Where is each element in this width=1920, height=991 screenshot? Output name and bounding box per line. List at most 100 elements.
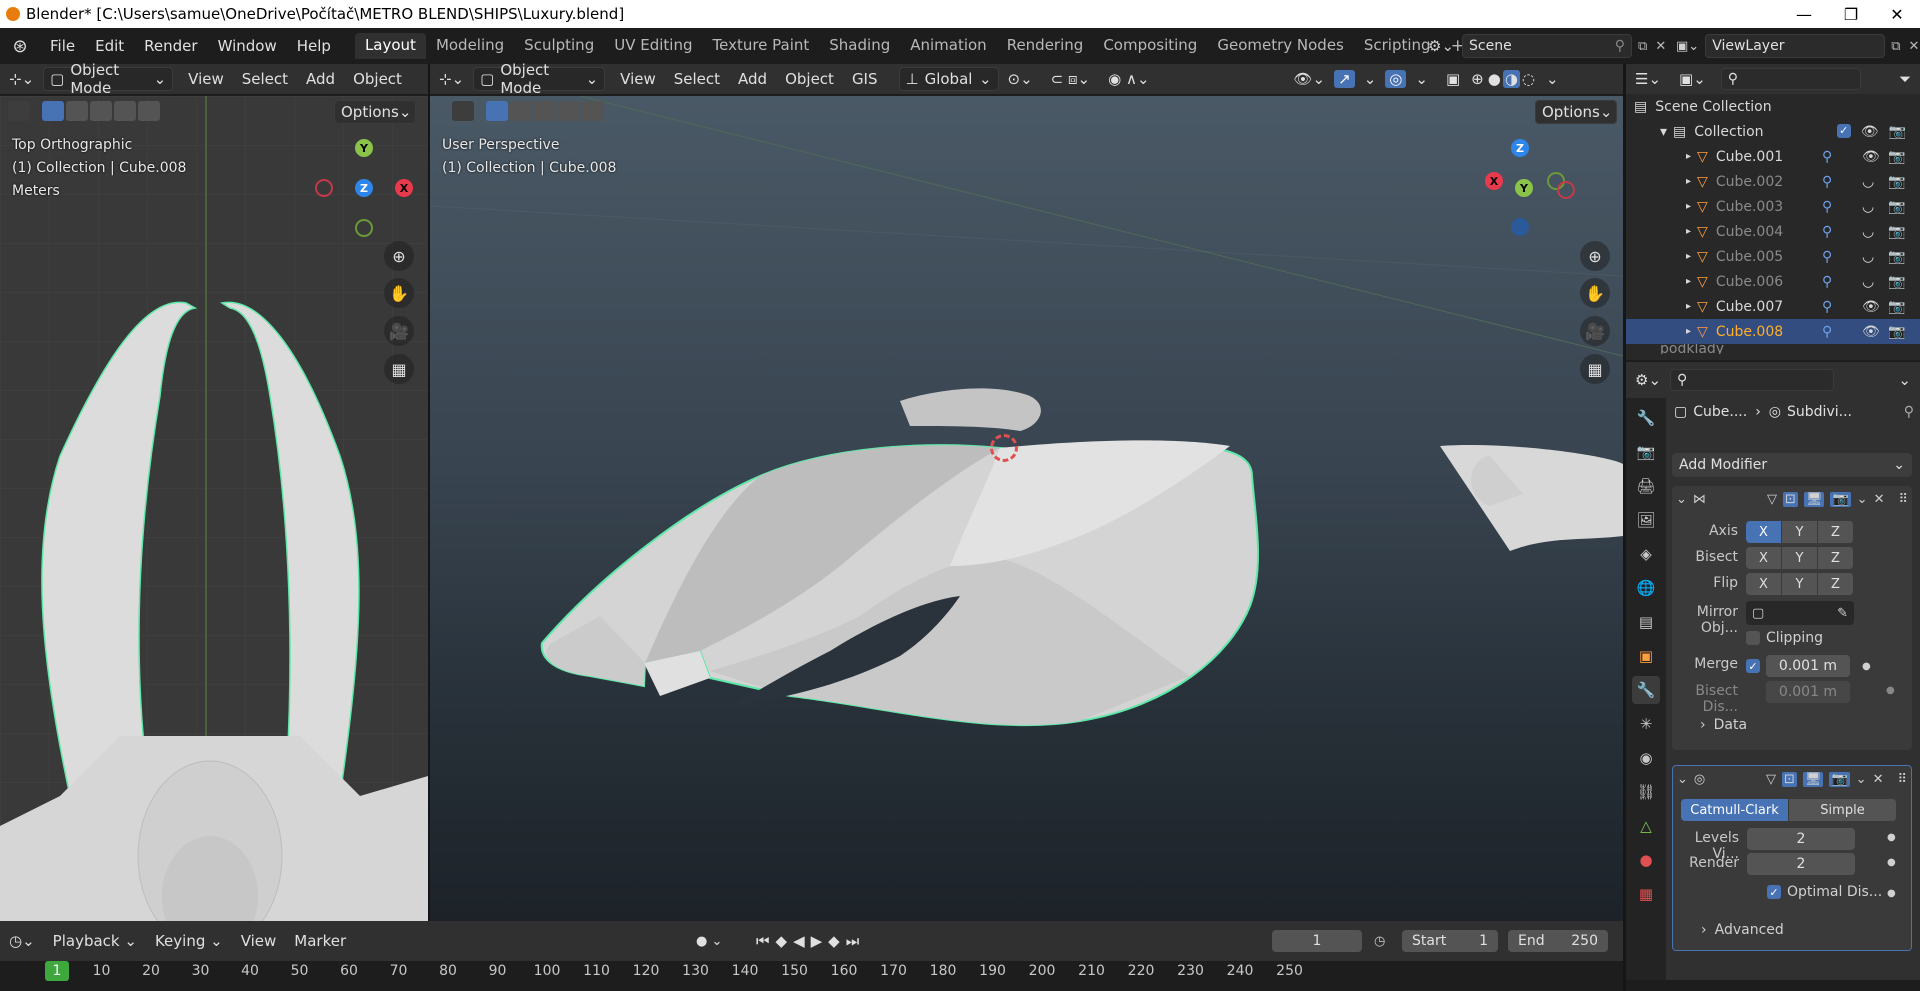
gizmo-neg-x-icon[interactable] [1557,181,1575,199]
outliner-object-row[interactable]: ▸ ▽ Cube.002 ⚲ ◡ 📷 [1626,169,1920,194]
cage-toggle-icon[interactable]: ⊡ [1782,771,1797,787]
remove-modifier-icon[interactable]: ✕ [1873,772,1884,787]
advanced-subpanel[interactable]: › Advanced [1701,922,1784,938]
main-menu-gis[interactable]: GIS [843,70,887,88]
close-window-button[interactable]: ✕ [1874,0,1920,28]
collapse-chevron-icon[interactable]: ⌄ [1676,492,1687,507]
modifier-wrench-icon[interactable]: ⚲ [1822,149,1832,165]
record-icon[interactable]: ● ⌄ [696,934,722,949]
viewlayer-field[interactable]: ViewLayer [1705,34,1886,58]
collapse-chevron-icon[interactable]: ⌄ [1677,772,1688,787]
drag-handle-icon[interactable]: ⠿ [1898,492,1908,507]
bisect-distance-field[interactable]: 0.001 m [1766,681,1850,703]
axis-z-toggle[interactable]: Z [1818,521,1854,543]
keyframe-dot-icon[interactable]: ● [1862,661,1871,672]
expand-arrow-icon[interactable]: ▸ [1686,151,1691,162]
select-extend-icon[interactable] [510,101,532,121]
outliner-object-row[interactable]: ▸ ▽ Cube.001 ⚲ 👁 📷 [1626,144,1920,169]
outliner-object-row[interactable]: ▸ ▽ Cube.004 ⚲ ◡ 📷 [1626,219,1920,244]
data-tab-icon[interactable]: △ [1632,812,1660,840]
gizmo-y-axis-icon[interactable]: Y [355,139,373,157]
drag-handle-icon[interactable]: ⠿ [1897,772,1907,787]
tab-modeling[interactable]: Modeling [426,33,514,59]
viewlayer-icon[interactable]: ▣⌄ [1676,39,1699,54]
ortho-toggle-icon[interactable]: ▦ [1580,354,1610,384]
render-camera-icon[interactable]: 📷 [1888,299,1905,315]
outliner-object-row[interactable]: ▸ ▽ Cube.008 ⚲ 👁 📷 [1626,319,1920,344]
properties-search-input[interactable]: ⚲ [1670,369,1835,391]
clock-icon[interactable]: ◷ [1374,934,1385,949]
maximize-button[interactable]: ❐ [1828,0,1874,28]
scene-tab-icon[interactable]: ◈ [1632,540,1660,568]
tab-animation[interactable]: Animation [900,33,996,59]
snap-icon[interactable]: ⊂ ⧈⌄ [1042,70,1099,88]
modifier-wrench-icon[interactable]: ⚲ [1822,199,1832,215]
jump-end-icon[interactable]: ⏭ [846,932,860,950]
gizmo-z-axis-icon[interactable]: Z [355,179,373,197]
select-invert-icon[interactable] [114,101,136,121]
keyframe-dot-icon[interactable]: ● [1887,832,1896,843]
outliner-collection[interactable]: ▾ ▤ Collection ✓ 👁 📷 [1626,119,1920,144]
eye-icon[interactable]: 👁 [1861,124,1879,140]
scene-field[interactable]: Scene ⚲ [1462,34,1633,58]
flip-x-toggle[interactable]: X [1746,573,1782,595]
add-modifier-dropdown[interactable]: Add Modifier ⌄ [1672,453,1912,477]
pin-icon[interactable]: ⚲ [1904,404,1914,420]
outliner-object-row[interactable]: ▸ ▽ Cube.003 ⚲ ◡ 📷 [1626,194,1920,219]
tab-sculpting[interactable]: Sculpting [514,33,604,59]
simple-button[interactable]: Simple [1789,799,1897,821]
new-scene-icon[interactable]: ⧉ [1638,39,1647,54]
eye-icon[interactable]: 👁 [1862,324,1880,340]
merge-checkbox[interactable]: ✓ [1746,659,1760,673]
end-frame-field[interactable]: End 250 [1508,930,1608,952]
expand-arrow-icon[interactable]: ▸ [1686,326,1691,337]
select-new-icon[interactable] [42,101,64,121]
constraints-tab-icon[interactable]: ⛓ [1632,778,1660,806]
render-toggle-icon[interactable]: 📷 [1829,771,1850,787]
tab-rendering[interactable]: Rendering [997,33,1094,59]
keyframe-dot-icon[interactable]: ● [1886,685,1895,696]
bisect-z-toggle[interactable]: Z [1818,547,1854,569]
shading-dropdown-icon[interactable]: ⌄ [1537,70,1568,88]
pin-icon[interactable]: ⚲ [1615,38,1625,54]
filter-icon[interactable]: ⏷ [1890,70,1920,88]
left-menu-add[interactable]: Add [297,70,344,88]
render-camera-icon[interactable]: 📷 [1888,274,1905,290]
expand-arrow-icon[interactable]: ▸ [1686,276,1691,287]
jump-start-icon[interactable]: ⏮ [756,932,770,950]
expand-arrow-icon[interactable]: ▸ [1686,251,1691,262]
optimal-display-checkbox[interactable]: ✓ [1767,885,1781,899]
properties-options-icon[interactable]: ⌄ [1889,371,1920,389]
left-menu-object[interactable]: Object [344,70,411,88]
view-layer-tab-icon[interactable]: 🖼 [1632,506,1660,534]
visibility-icon[interactable]: 👁⌄ [1285,70,1335,88]
timeline-view-menu[interactable]: View [232,932,286,950]
collection-tab-icon[interactable]: ▤ [1632,608,1660,636]
object-tab-icon[interactable]: ▣ [1632,642,1660,670]
gizmo-neg-z-icon[interactable] [1511,218,1529,236]
select-new-icon[interactable] [486,101,508,121]
left-viewport-top-ortho[interactable]: Top Orthographic (1) Collection | Cube.0… [0,96,428,921]
display-mode-icon[interactable]: ▣⌄ [1670,70,1715,88]
current-frame-field[interactable]: 1 [1272,930,1362,952]
keyframe-dot-icon[interactable]: ● [1887,888,1896,899]
rendered-shading-icon[interactable]: ◌ [1520,70,1537,88]
gizmo-y-axis-icon[interactable]: Y [1515,179,1533,197]
select-intersect-icon[interactable] [582,101,604,121]
outliner-search-input[interactable]: ⚲ [1720,68,1861,90]
menu-help[interactable]: Help [287,37,341,55]
modifier-menu-icon[interactable]: ⌄ [1857,492,1868,507]
main-menu-select[interactable]: Select [665,70,729,88]
gizmo-toggle-icon[interactable]: ↗ [1334,70,1355,88]
render-tab-icon[interactable]: 📷 [1632,438,1660,466]
left-options-dropdown[interactable]: Options ⌄ [334,100,416,124]
eye-closed-icon[interactable]: ◡ [1862,274,1874,290]
gizmo-x-axis-icon[interactable]: X [395,179,413,197]
tab-layout[interactable]: Layout [354,33,426,59]
render-levels-field[interactable]: 2 [1747,853,1855,875]
expand-arrow-icon[interactable]: ▸ [1686,201,1691,212]
catmull-clark-button[interactable]: Catmull-Clark [1681,799,1789,821]
eyedropper-icon[interactable]: ✎ [1837,606,1848,621]
jump-keyframe-back-icon[interactable]: ◆ [776,932,788,950]
eye-closed-icon[interactable]: ◡ [1862,174,1874,190]
